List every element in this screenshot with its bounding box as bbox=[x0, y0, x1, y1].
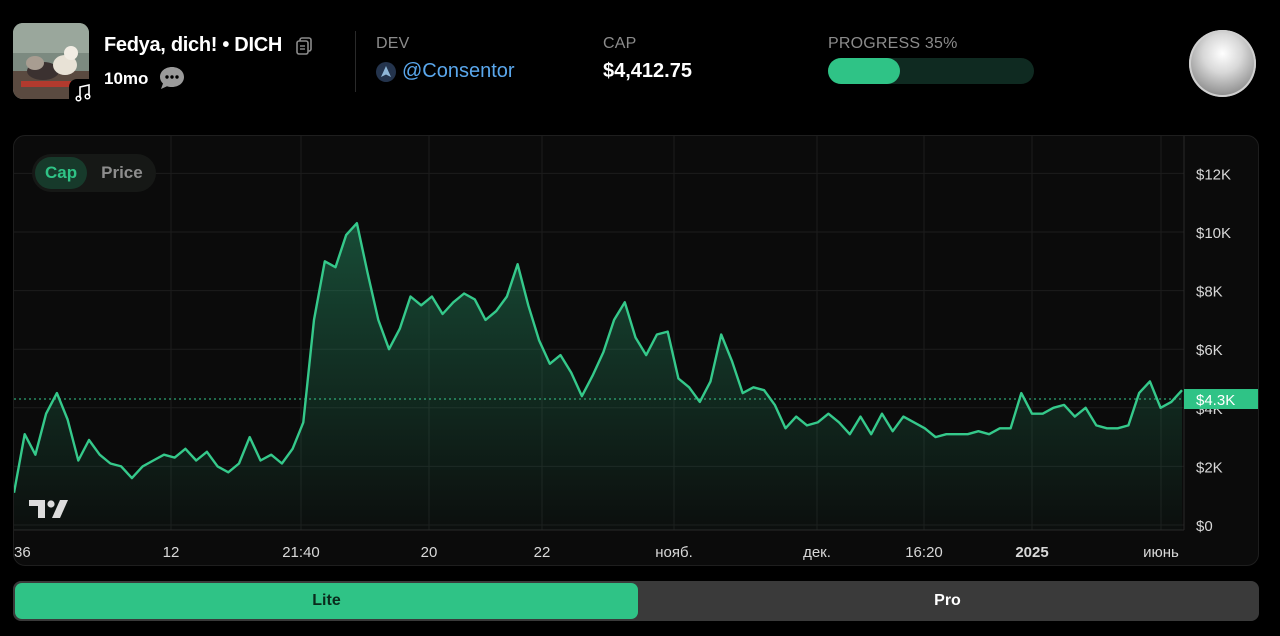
y-tick-label: $2K bbox=[1196, 459, 1223, 476]
x-tick-label: 12 bbox=[163, 544, 180, 561]
progress-bar bbox=[828, 58, 1034, 84]
y-tick-label: $6K bbox=[1196, 342, 1223, 359]
orb-button-icon[interactable] bbox=[1189, 30, 1256, 97]
pro-mode-button[interactable]: Pro bbox=[638, 583, 1257, 619]
copy-icon[interactable] bbox=[294, 36, 314, 56]
toggle-price[interactable]: Price bbox=[91, 157, 153, 189]
x-tick-label: 21:40 bbox=[282, 544, 320, 561]
x-tick-label: июнь bbox=[1143, 544, 1179, 561]
dev-label: DEV bbox=[376, 35, 410, 52]
progress-label: PROGRESS 35% bbox=[828, 35, 958, 52]
chart-mode-toggle: Cap Price bbox=[32, 154, 156, 192]
token-name: Fedya, dich! • DICH bbox=[104, 34, 282, 56]
mode-tabs: Lite Pro bbox=[13, 581, 1259, 621]
cap-value: $4,412.75 bbox=[603, 60, 692, 82]
header-divider bbox=[355, 31, 356, 92]
token-header: Fedya, dich! • DICH 10mo DEV @Consentor … bbox=[0, 0, 1280, 120]
toggle-cap[interactable]: Cap bbox=[35, 157, 88, 189]
progress-fill bbox=[828, 58, 901, 84]
speech-bubble-icon[interactable] bbox=[158, 65, 186, 91]
dev-avatar-icon bbox=[376, 61, 396, 82]
y-tick-label: $8K bbox=[1196, 284, 1223, 301]
x-tick-label: нояб. bbox=[655, 544, 693, 561]
lite-mode-button[interactable]: Lite bbox=[15, 583, 638, 619]
x-tick-label: дек. bbox=[803, 544, 831, 561]
chart-area-fill bbox=[14, 223, 1182, 530]
y-tick-label: $0 bbox=[1196, 518, 1213, 535]
chart-panel[interactable]: $12K $10K $8K $6K $4K $2K $0 36 12 21:40 20 22 нояб.… bbox=[13, 135, 1259, 566]
dev-link[interactable]: @Consentor bbox=[376, 60, 515, 83]
x-tick-label: 2025 bbox=[1015, 544, 1048, 561]
x-tick-label: 16:20 bbox=[905, 544, 943, 561]
music-note-icon[interactable] bbox=[69, 79, 97, 107]
current-value-label: $4.3K bbox=[1196, 392, 1235, 409]
token-age: 10mo bbox=[104, 69, 149, 88]
dev-handle[interactable]: @Consentor bbox=[402, 60, 515, 83]
x-tick-label: 20 bbox=[421, 544, 438, 561]
cap-label: CAP bbox=[603, 35, 637, 52]
y-tick-label: $10K bbox=[1196, 225, 1231, 242]
tradingview-logo-icon[interactable] bbox=[29, 498, 69, 525]
y-tick-label: $12K bbox=[1196, 166, 1231, 183]
price-chart[interactable]: $12K$10K$8K$6K$4K$2K$036 12 21:40 20 22 нояб.… bbox=[14, 136, 1259, 566]
x-tick-label: 22 bbox=[534, 544, 551, 561]
x-tick-label: 36 bbox=[14, 544, 31, 561]
